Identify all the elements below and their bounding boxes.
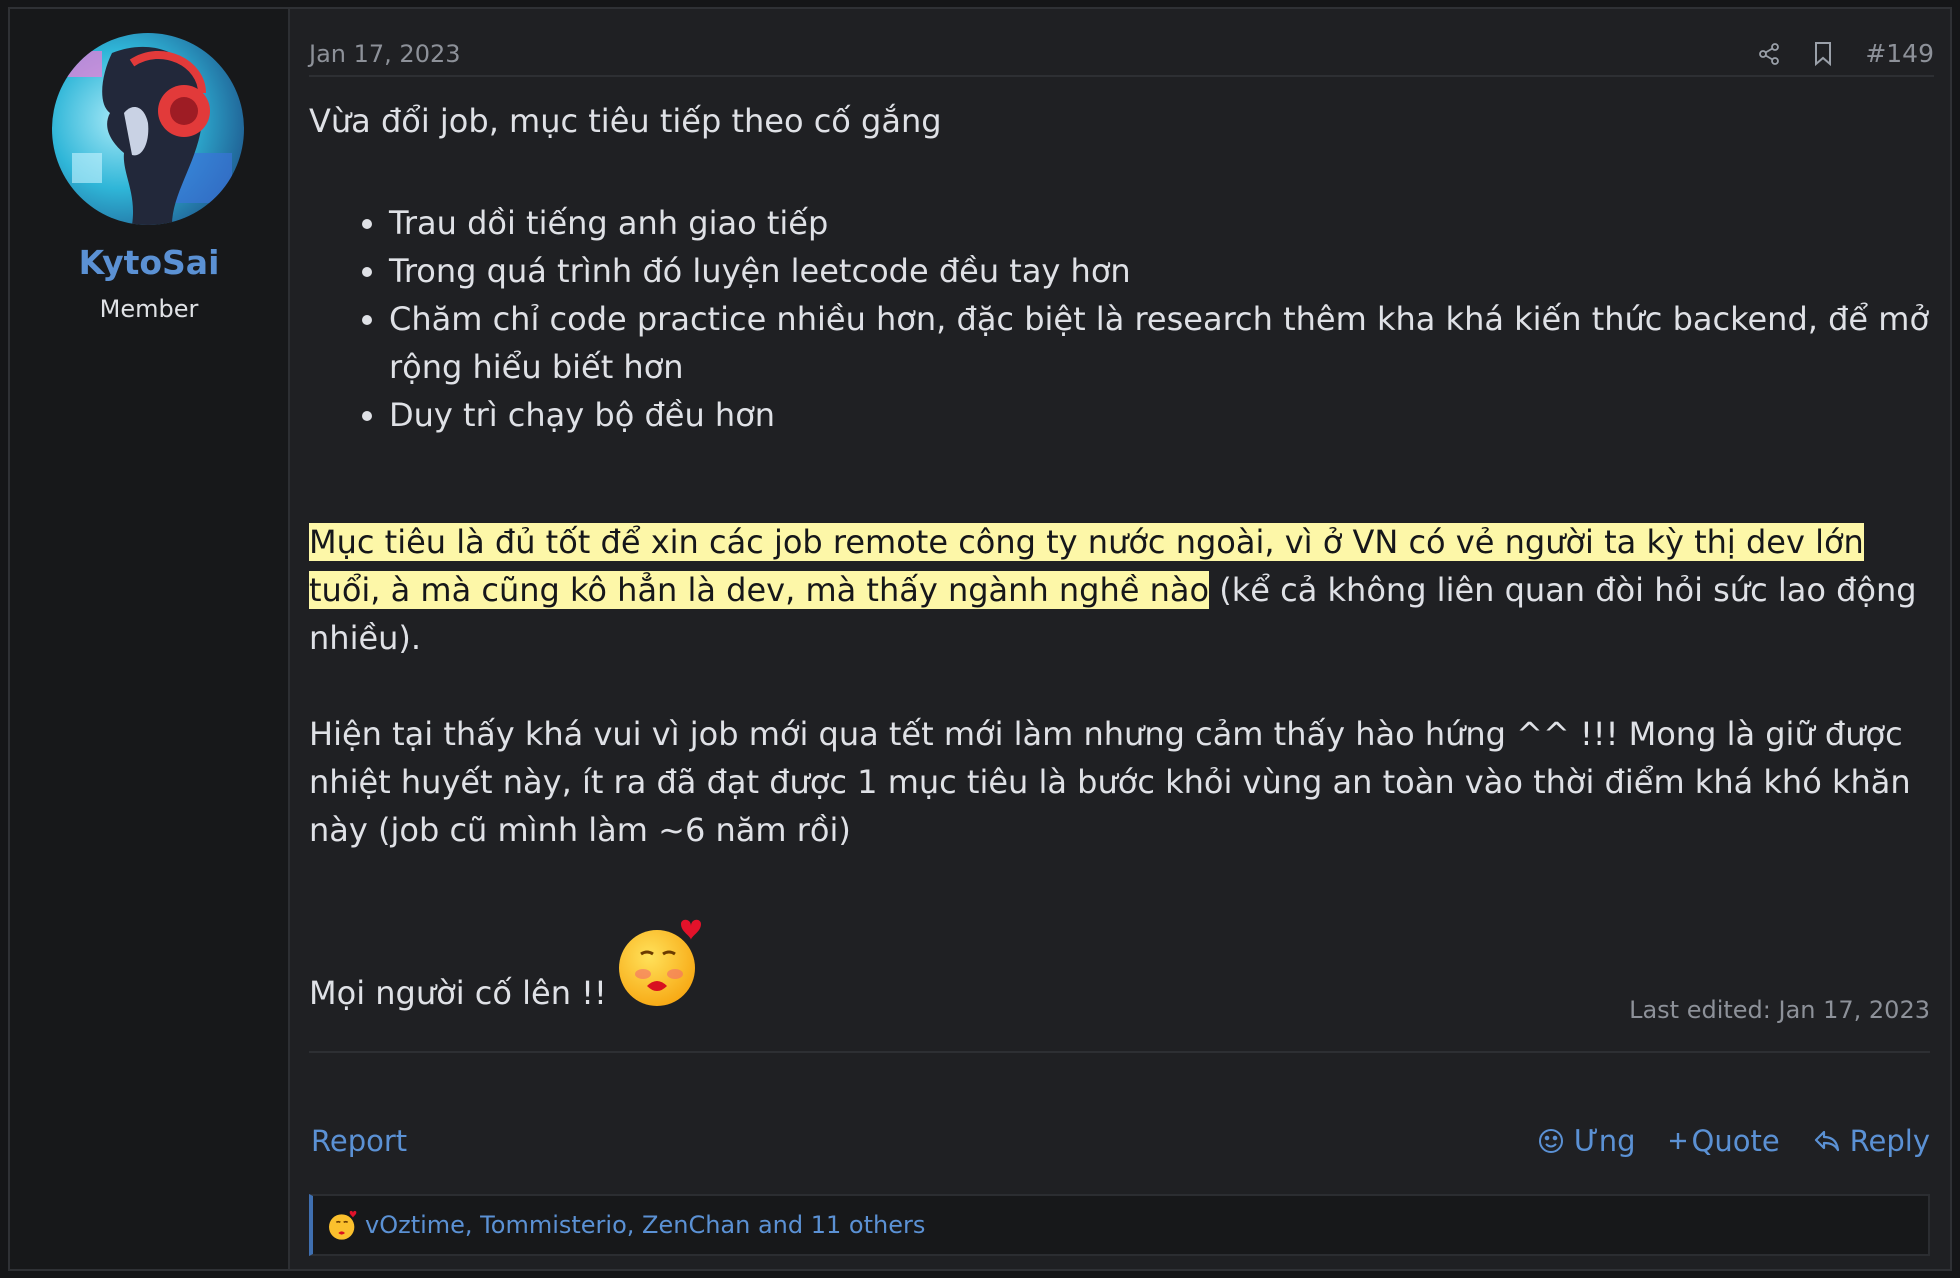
post-main: Jan 17, 2023 #149 Vừa đổi job, mục tiêu … [290,9,1950,1269]
reactions-bar[interactable]: vOztime, Tommisterio, ZenChan and 11 oth… [309,1194,1930,1256]
plus-icon [1668,1126,1688,1156]
list-item: Duy trì chạy bộ đều hơn [389,391,1930,439]
list-item: Trong quá trình đó luyện leetcode đều ta… [389,247,1930,295]
user-sidebar: KytoSai Member [10,9,290,1269]
post-footer: Report Ưng Quote Reply [309,1124,1930,1164]
reply-arrow-icon [1812,1126,1842,1156]
post-intro: Vừa đổi job, mục tiêu tiếp theo cố gắng [309,102,942,140]
post-header: Jan 17, 2023 #149 [309,27,1934,77]
reactions-list[interactable]: vOztime, Tommisterio, ZenChan and 11 oth… [365,1211,925,1239]
list-item: Chăm chỉ code practice nhiều hơn, đặc bi… [389,295,1930,391]
status-paragraph: Hiện tại thấy khá vui vì job mới qua tết… [309,715,1911,849]
quote-label: Quote [1691,1124,1780,1158]
reply-button[interactable]: Reply [1812,1124,1930,1158]
last-edited: Last edited: Jan 17, 2023 [1629,996,1930,1024]
reply-label: Reply [1849,1124,1930,1158]
post-actions: Ưng Quote Reply [1504,1124,1930,1158]
react-smile-icon [1536,1126,1566,1156]
quote-button[interactable]: Quote [1668,1124,1780,1158]
forum-post: KytoSai Member Jan 17, 2023 #149 Vừa đổi… [8,7,1952,1271]
divider [309,1051,1930,1053]
avatar[interactable] [52,33,244,225]
share-icon[interactable] [1755,40,1783,68]
react-label: Ưng [1573,1124,1636,1158]
react-button[interactable]: Ưng [1536,1124,1636,1158]
goals-list: Trau dồi tiếng anh giao tiếp Trong quá t… [309,199,1930,439]
closing-text: Mọi người cố lên !! [309,974,607,1012]
username[interactable]: KytoSai [10,243,288,282]
post-header-actions: #149 [1729,39,1934,68]
post-number[interactable]: #149 [1865,39,1934,68]
list-item: Trau dồi tiếng anh giao tiếp [389,199,1930,247]
post-date[interactable]: Jan 17, 2023 [309,40,461,68]
kiss-emoji-icon [613,914,709,1010]
post-body: Vừa đổi job, mục tiêu tiếp theo cố gắng … [309,97,1930,1017]
bookmark-icon[interactable] [1809,40,1837,68]
goal-paragraph: Mục tiêu là đủ tốt để xin các job remote… [309,518,1930,662]
user-title: Member [99,295,199,323]
report-link[interactable]: Report [311,1124,407,1158]
kiss-emoji-icon [327,1209,359,1241]
